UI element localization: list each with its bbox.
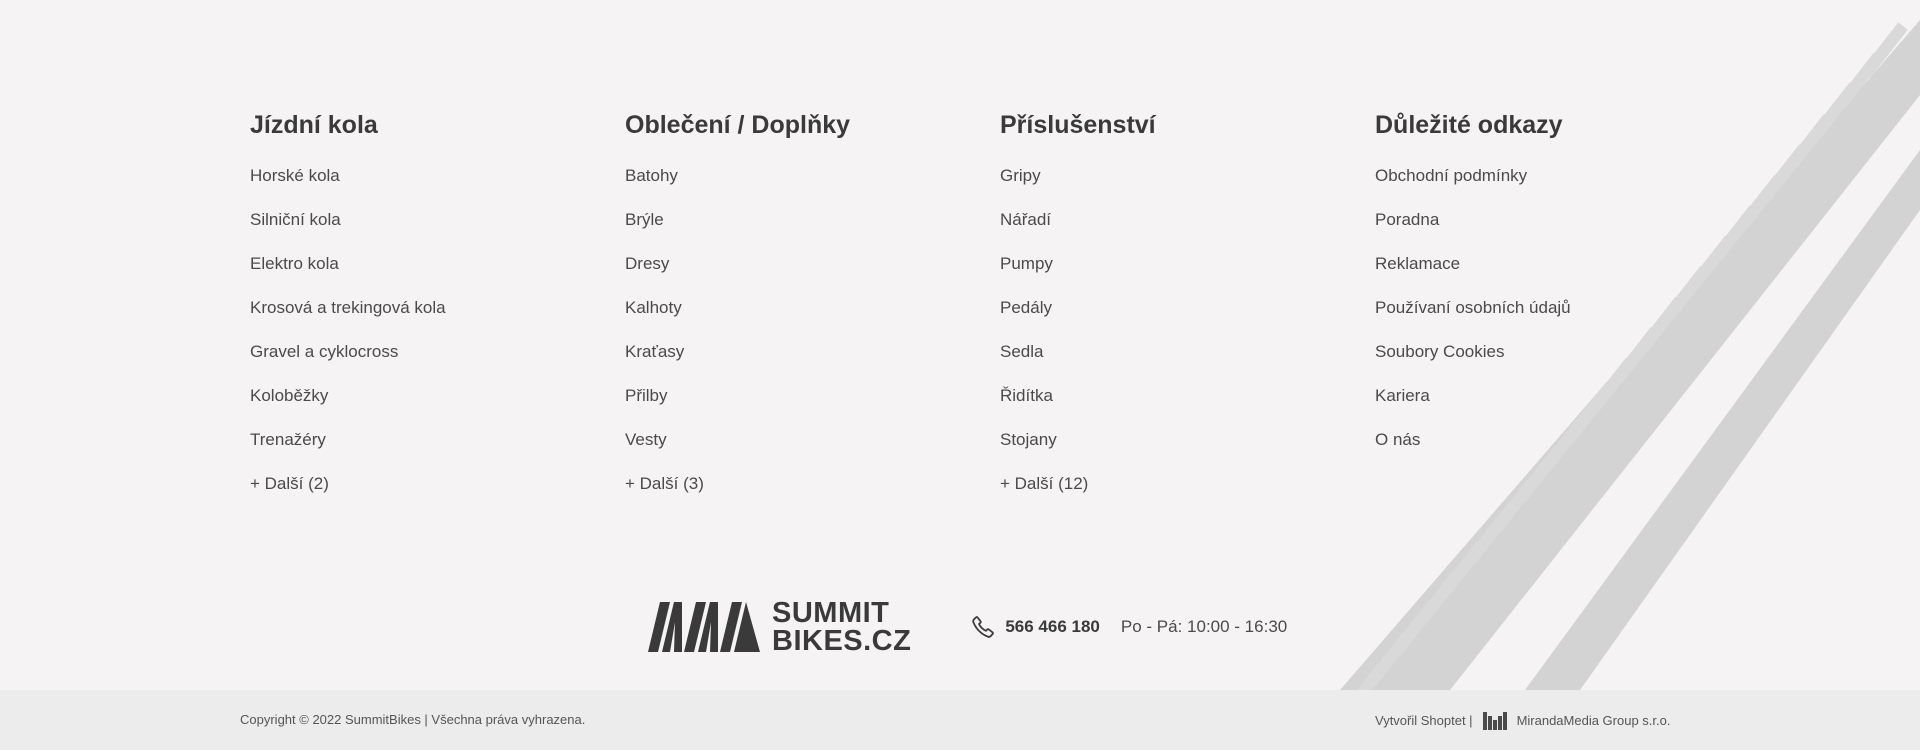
logo-line-1: SUMMIT xyxy=(772,597,890,629)
contact: 566 466 180 Po - Pá: 10:00 - 16:30 xyxy=(971,615,1287,639)
summit-logo-mark xyxy=(648,602,760,652)
bottom-bar: Copyright © 2022 SummitBikes | Všechna p… xyxy=(0,690,1920,750)
footer-link[interactable]: Brýle xyxy=(625,210,664,229)
footer-link-item: Trenažéry xyxy=(250,418,625,462)
footer-link[interactable]: Přilby xyxy=(625,386,668,405)
footer-link[interactable]: Elektro kola xyxy=(250,254,339,273)
footer-link-item: Kariera xyxy=(1375,374,1750,418)
credit-company[interactable]: MirandaMedia Group s.r.o. xyxy=(1517,713,1671,728)
footer-link-item: Vesty xyxy=(625,418,1000,462)
footer-link[interactable]: Dresy xyxy=(625,254,669,273)
footer-link-item: + Další (3) xyxy=(625,462,1000,506)
footer-link-item: Brýle xyxy=(625,198,1000,242)
column-accessories: Příslušenství Gripy Nářadí Pumpy Pedály Sedl… xyxy=(1000,110,1375,506)
credit-prefix[interactable]: Vytvořil Shoptet | xyxy=(1375,713,1473,728)
footer-link[interactable]: Silniční kola xyxy=(250,210,341,229)
opening-hours: Po - Pá: 10:00 - 16:30 xyxy=(1120,617,1288,636)
footer-link-item: Silniční kola xyxy=(250,198,625,242)
footer-link-item: Poradna xyxy=(1375,198,1750,242)
footer-link[interactable]: Pumpy xyxy=(1000,254,1053,273)
footer-link-item: Řidítka xyxy=(1000,374,1375,418)
footer-link-item: + Další (12) xyxy=(1000,462,1375,506)
column-title: Příslušenství xyxy=(1000,111,1156,139)
footer-link[interactable]: Používaní osobních údajů xyxy=(1375,298,1571,317)
footer-link[interactable]: Pedály xyxy=(1000,298,1052,317)
credit: Vytvořil Shoptet | MirandaMedia Group s.… xyxy=(1375,710,1670,730)
footer-link-item: Pumpy xyxy=(1000,242,1375,286)
footer-link[interactable]: Kraťasy xyxy=(625,342,684,361)
summit-logo[interactable]: SUMMIT BIKES.CZ xyxy=(648,597,912,657)
footer-link-item: + Další (2) xyxy=(250,462,625,506)
footer-link-item: Stojany xyxy=(1000,418,1375,462)
footer-link[interactable]: Koloběžky xyxy=(250,386,328,405)
footer-link-item: Obchodní podmínky xyxy=(1375,154,1750,198)
brand-row: SUMMIT BIKES.CZ 566 466 180 Po - Pá: 10:… xyxy=(648,597,1287,657)
column-title: Oblečení / Doplňky xyxy=(625,111,851,139)
link-list: Gripy Nářadí Pumpy Pedály Sedla Řidítka Stojan… xyxy=(1000,154,1375,506)
footer-link-item: Přilby xyxy=(625,374,1000,418)
column-important-links: Důležité odkazy Obchodní podmínky Poradna… xyxy=(1375,110,1750,506)
link-list: Obchodní podmínky Poradna Reklamace Používa… xyxy=(1375,154,1750,462)
column-clothing: Oblečení / Doplňky Batohy Brýle Dresy Kalho… xyxy=(625,110,1000,506)
footer-link[interactable]: Řidítka xyxy=(1000,386,1053,405)
logo-line-2: BIKES.CZ xyxy=(772,625,912,657)
footer-columns: Jízdní kola Horské kola Silniční kola Elek… xyxy=(250,110,1750,506)
footer-link[interactable]: Stojany xyxy=(1000,430,1057,449)
footer-link[interactable]: Poradna xyxy=(1375,210,1439,229)
footer-link-item: Soubory Cookies xyxy=(1375,330,1750,374)
footer-link-item: Gripy xyxy=(1000,154,1375,198)
footer-main: Jízdní kola Horské kola Silniční kola Elek… xyxy=(0,0,1920,690)
footer-link[interactable]: Sedla xyxy=(1000,342,1043,361)
footer-link-item: Gravel a cyklocross xyxy=(250,330,625,374)
link-list: Horské kola Silniční kola Elektro kola Kros… xyxy=(250,154,625,506)
footer-link[interactable]: O nás xyxy=(1375,430,1420,449)
phone-icon xyxy=(972,616,995,638)
footer-link-item: Používaní osobních údajů xyxy=(1375,286,1750,330)
footer-link[interactable]: + Další (12) xyxy=(1000,474,1088,493)
footer-link[interactable]: Kalhoty xyxy=(625,298,682,317)
footer-link[interactable]: Obchodní podmínky xyxy=(1375,166,1527,185)
footer-link-item: Horské kola xyxy=(250,154,625,198)
footer-link-item: Koloběžky xyxy=(250,374,625,418)
logo-text: SUMMIT BIKES.CZ xyxy=(772,597,912,657)
footer-link-item: Kraťasy xyxy=(625,330,1000,374)
link-list: Batohy Brýle Dresy Kalhoty Kraťasy Přilby Vest… xyxy=(625,154,1000,506)
footer-link[interactable]: Soubory Cookies xyxy=(1375,342,1504,361)
footer-link[interactable]: Horské kola xyxy=(250,166,340,185)
footer-link[interactable]: + Další (2) xyxy=(250,474,329,493)
footer-link[interactable]: Gripy xyxy=(1000,166,1041,185)
column-title: Jízdní kola xyxy=(250,111,378,139)
phone-number[interactable]: 566 466 180 xyxy=(1005,617,1100,637)
footer-link-item: O nás xyxy=(1375,418,1750,462)
footer-link[interactable]: Trenažéry xyxy=(250,430,326,449)
column-bikes: Jízdní kola Horské kola Silniční kola Elek… xyxy=(250,110,625,506)
footer-link-item: Nářadí xyxy=(1000,198,1375,242)
footer-link[interactable]: Kariera xyxy=(1375,386,1430,405)
footer-link[interactable]: Krosová a trekingová kola xyxy=(250,298,446,317)
footer-link[interactable]: + Další (3) xyxy=(625,474,704,493)
footer-link-item: Reklamace xyxy=(1375,242,1750,286)
mirandamedia-logo-icon xyxy=(1482,712,1507,730)
footer-link[interactable]: Vesty xyxy=(625,430,667,449)
footer-link-item: Pedály xyxy=(1000,286,1375,330)
footer-link-item: Krosová a trekingová kola xyxy=(250,286,625,330)
footer-link-item: Kalhoty xyxy=(625,286,1000,330)
footer-link[interactable]: Batohy xyxy=(625,166,678,185)
column-title: Důležité odkazy xyxy=(1375,111,1563,139)
footer-link-item: Sedla xyxy=(1000,330,1375,374)
footer-link-item: Elektro kola xyxy=(250,242,625,286)
footer-link[interactable]: Nářadí xyxy=(1000,210,1051,229)
footer-link[interactable]: Reklamace xyxy=(1375,254,1460,273)
copyright-text: Copyright © 2022 SummitBikes | Všechna p… xyxy=(240,712,586,727)
footer-link-item: Dresy xyxy=(625,242,1000,286)
footer-link-item: Batohy xyxy=(625,154,1000,198)
footer-link[interactable]: Gravel a cyklocross xyxy=(250,342,398,361)
